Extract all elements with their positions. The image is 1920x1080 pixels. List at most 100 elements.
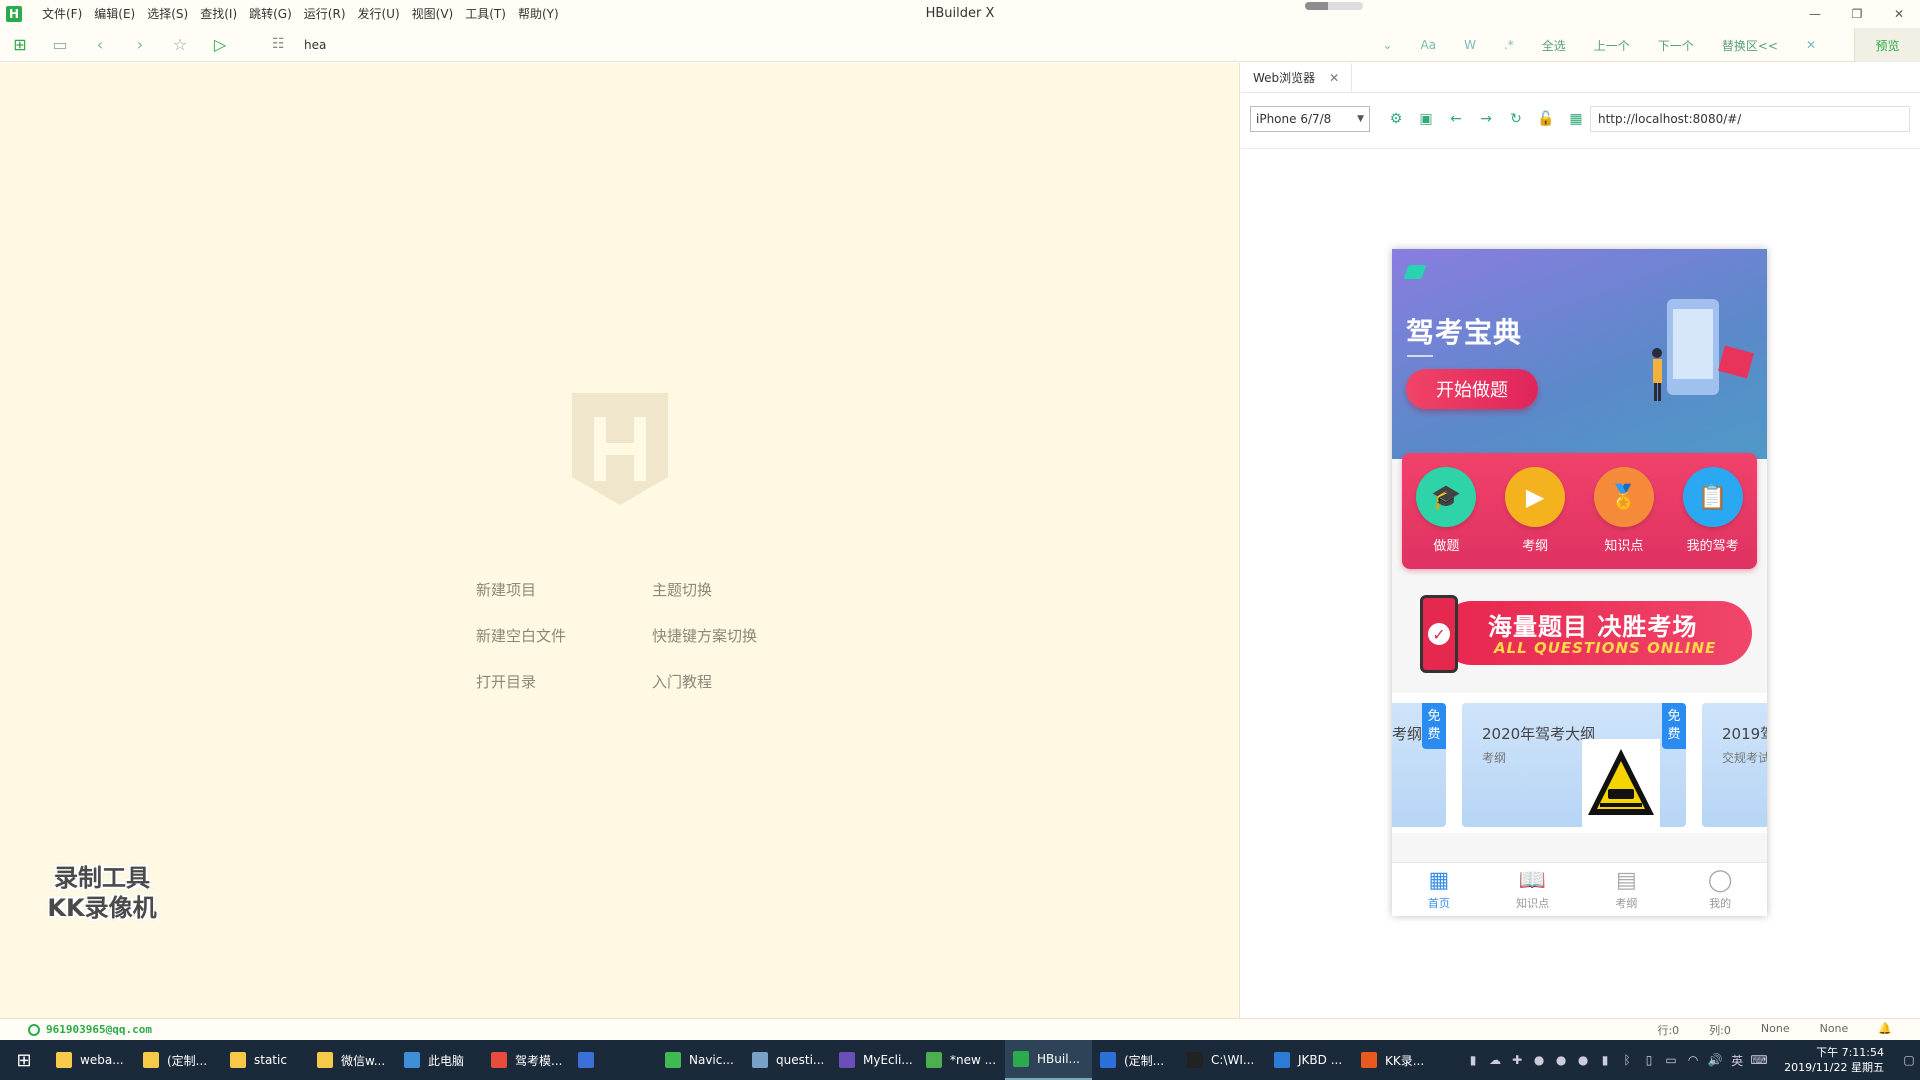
tray-app-icon[interactable]: ●: [1572, 1053, 1594, 1067]
encoding-status[interactable]: None: [1761, 1022, 1790, 1038]
open-folder-link[interactable]: 打开目录: [476, 671, 652, 693]
taskbar-item[interactable]: [570, 1040, 657, 1080]
run-icon[interactable]: ▷: [200, 28, 240, 62]
settings-icon[interactable]: ⚙: [1381, 106, 1411, 132]
tray-app-icon[interactable]: ●: [1550, 1053, 1572, 1067]
device-select[interactable]: iPhone 6/7/8 ▼: [1250, 106, 1370, 132]
tray-app-icon[interactable]: ✚: [1506, 1053, 1528, 1067]
taskbar-item[interactable]: Navic...: [657, 1040, 744, 1080]
taskbar-item[interactable]: questi...: [744, 1040, 831, 1080]
task-progress-indicator: [1305, 2, 1363, 10]
feature-knowledge[interactable]: 🏅 知识点: [1584, 467, 1664, 554]
feature-syllabus[interactable]: ▶ 考纲: [1495, 467, 1575, 554]
taskbar-item[interactable]: 微信w...: [309, 1040, 396, 1080]
find-prev-button[interactable]: 上一个: [1594, 37, 1630, 54]
tab-knowledge[interactable]: 📖 知识点: [1486, 863, 1580, 916]
minimize-button[interactable]: —: [1794, 0, 1836, 28]
wifi-icon[interactable]: ◠: [1682, 1053, 1704, 1067]
feature-my-exam[interactable]: 📋 我的驾考: [1673, 467, 1753, 554]
refresh-icon[interactable]: ↻: [1501, 106, 1531, 132]
forward-icon[interactable]: →: [1471, 106, 1501, 132]
clock[interactable]: 下午 7:11:54 2019/11/22 星期五: [1784, 1045, 1884, 1075]
match-case-button[interactable]: Aa: [1421, 38, 1437, 52]
account-status[interactable]: 961903965@qq.com: [28, 1023, 152, 1036]
taskbar-item[interactable]: 驾考模...: [483, 1040, 570, 1080]
ime-indicator[interactable]: 英: [1726, 1052, 1748, 1069]
tab-web-browser[interactable]: Web浏览器 ✕: [1241, 62, 1353, 93]
tutorial-link[interactable]: 入门教程: [652, 671, 828, 693]
app-icon: [1187, 1052, 1203, 1068]
back-icon[interactable]: ‹: [80, 28, 120, 62]
star-icon[interactable]: ☆: [160, 28, 200, 62]
url-bar[interactable]: http://localhost:8080/#/: [1590, 106, 1910, 132]
find-input[interactable]: [266, 33, 1366, 57]
taskbar-item[interactable]: MyEcli...: [831, 1040, 918, 1080]
keymap-switch-link[interactable]: 快捷键方案切换: [652, 625, 828, 647]
back-icon[interactable]: ←: [1441, 106, 1471, 132]
taskbar-item[interactable]: weba...: [48, 1040, 135, 1080]
save-icon[interactable]: ▭: [40, 28, 80, 62]
select-all-button[interactable]: 全选: [1542, 37, 1566, 54]
taskbar-item[interactable]: static: [222, 1040, 309, 1080]
cloud-icon[interactable]: ☁: [1484, 1053, 1506, 1067]
screenshot-icon[interactable]: ▣: [1411, 106, 1441, 132]
find-history-chevron-icon[interactable]: ⌄: [1382, 38, 1392, 52]
close-tab-icon[interactable]: ✕: [1329, 71, 1339, 85]
taskbar-item[interactable]: C:\WI...: [1179, 1040, 1266, 1080]
regex-button[interactable]: .*: [1504, 38, 1514, 52]
menu-publish[interactable]: 发行(U): [352, 0, 406, 28]
restore-button[interactable]: ❐: [1836, 0, 1878, 28]
taskbar-item[interactable]: JKBD ...: [1266, 1040, 1353, 1080]
keyboard-icon[interactable]: ⌨: [1748, 1053, 1770, 1067]
menu-file[interactable]: 文件(F): [36, 0, 88, 28]
menu-goto[interactable]: 跳转(G): [243, 0, 298, 28]
menu-tools[interactable]: 工具(T): [459, 0, 512, 28]
network-icon[interactable]: ▭: [1660, 1053, 1682, 1067]
replace-toggle-button[interactable]: 替换区<<: [1722, 37, 1778, 54]
battery-icon[interactable]: ▯: [1638, 1053, 1660, 1067]
theme-switch-link[interactable]: 主题切换: [652, 579, 828, 601]
menu-find[interactable]: 查找(I): [194, 0, 243, 28]
windows-start-icon[interactable]: ⊞: [0, 1040, 48, 1080]
menu-view[interactable]: 视图(V): [406, 0, 460, 28]
course-cards-carousel: 考纲 免费 免费 2020年驾考大纲 考纲 2019驾 交规考试: [1392, 693, 1767, 833]
new-file-icon[interactable]: ⊞: [0, 28, 40, 62]
course-card[interactable]: 免费 2020年驾考大纲 考纲: [1462, 703, 1686, 827]
forward-icon[interactable]: ›: [120, 28, 160, 62]
tab-home[interactable]: ▦ 首页: [1392, 863, 1486, 916]
lock-icon[interactable]: 🔓: [1531, 106, 1561, 132]
taskbar-item[interactable]: HBuil...: [1005, 1040, 1092, 1080]
match-word-button[interactable]: W: [1464, 38, 1476, 52]
bell-icon[interactable]: 🔔: [1878, 1022, 1892, 1038]
preview-button[interactable]: 预览: [1854, 28, 1920, 62]
taskbar-item[interactable]: 此电脑: [396, 1040, 483, 1080]
taskbar-item[interactable]: (定制...: [135, 1040, 222, 1080]
new-blank-file-link[interactable]: 新建空白文件: [476, 625, 652, 647]
taskbar-item[interactable]: (定制...: [1092, 1040, 1179, 1080]
taskbar-item[interactable]: KK录...: [1353, 1040, 1440, 1080]
menu-select[interactable]: 选择(S): [141, 0, 194, 28]
menu-run[interactable]: 运行(R): [298, 0, 352, 28]
tray-app-icon[interactable]: ▮: [1462, 1053, 1484, 1067]
taskbar-item[interactable]: *new ...: [918, 1040, 1005, 1080]
tab-syllabus[interactable]: ▤ 考纲: [1580, 863, 1674, 916]
find-next-button[interactable]: 下一个: [1658, 37, 1694, 54]
tab-mine[interactable]: ◯ 我的: [1673, 863, 1767, 916]
close-window-button[interactable]: ✕: [1878, 0, 1920, 28]
notification-icon[interactable]: ▢: [1898, 1053, 1920, 1067]
feature-practice[interactable]: 🎓 做题: [1406, 467, 1486, 554]
start-practice-button[interactable]: 开始做题: [1406, 369, 1538, 409]
course-card[interactable]: 2019驾 交规考试: [1702, 703, 1767, 827]
tray-app-icon[interactable]: ●: [1528, 1053, 1550, 1067]
close-find-button[interactable]: ✕: [1806, 38, 1816, 52]
bluetooth-icon[interactable]: ᛒ: [1616, 1053, 1638, 1067]
menu-help[interactable]: 帮助(Y): [512, 0, 565, 28]
tray-app-icon[interactable]: ▮: [1594, 1053, 1616, 1067]
new-project-link[interactable]: 新建项目: [476, 579, 652, 601]
volume-icon[interactable]: 🔊: [1704, 1053, 1726, 1067]
qr-icon[interactable]: ▦: [1561, 106, 1591, 132]
course-card[interactable]: 考纲 免费: [1392, 703, 1446, 827]
promo-banner[interactable]: ✓ 海量题目 决胜考场 ALL QUESTIONS ONLINE: [1406, 595, 1756, 673]
language-status[interactable]: None: [1820, 1022, 1849, 1038]
menu-edit[interactable]: 编辑(E): [88, 0, 141, 28]
